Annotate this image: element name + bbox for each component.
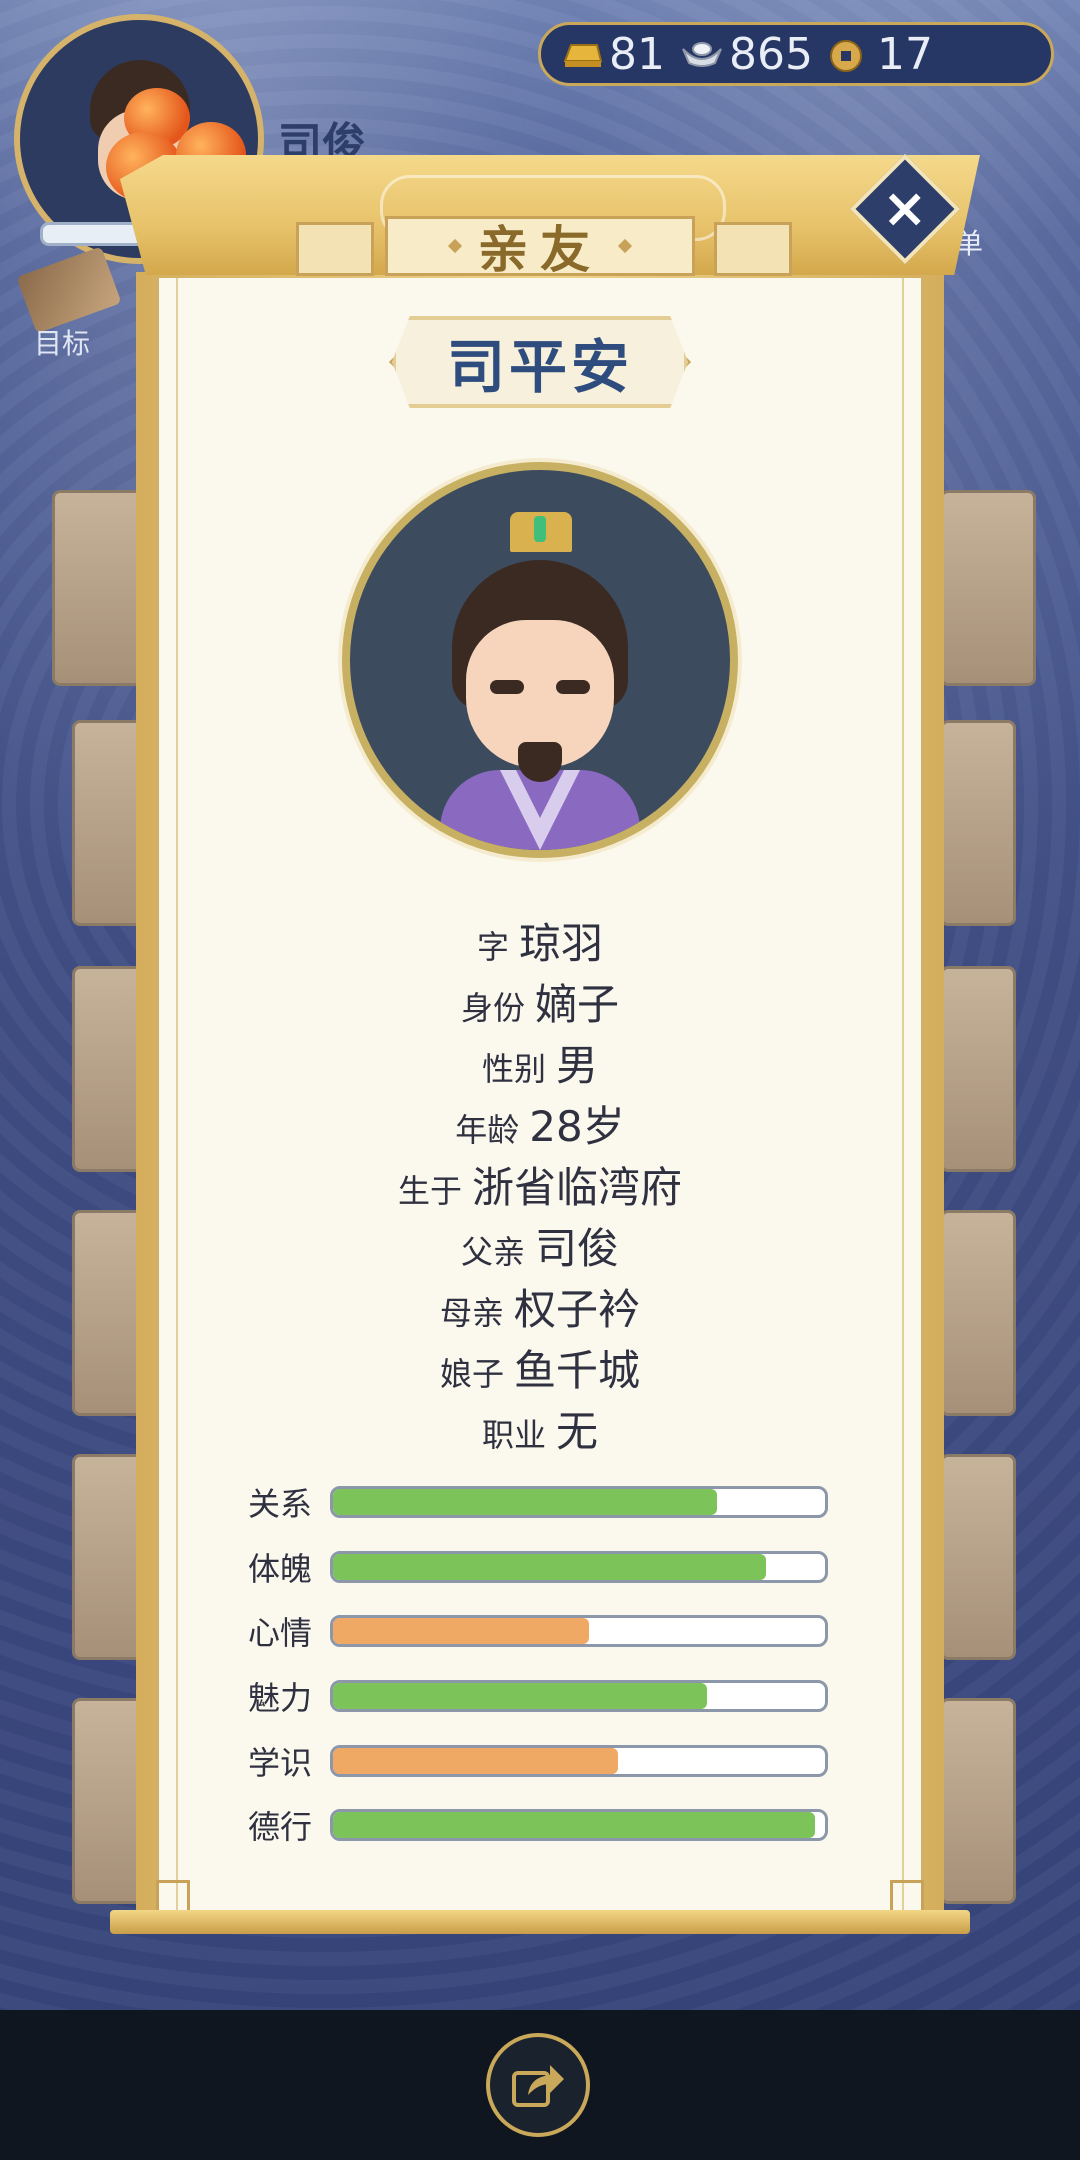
stat-label: 体魄 xyxy=(248,1549,313,1588)
modal-title-tab: 亲友 xyxy=(385,216,695,279)
tab-left-slot xyxy=(296,222,374,276)
person-name: 司平安 xyxy=(446,333,633,401)
info-label: 娘子 xyxy=(439,1355,504,1393)
info-value: 司俊 xyxy=(535,1224,620,1273)
stat-label: 德行 xyxy=(248,1808,313,1847)
info-value: 浙省临湾府 xyxy=(472,1163,683,1212)
share-icon xyxy=(512,2065,564,2107)
stat-row-relationship: 关系 xyxy=(248,1470,828,1535)
info-row-age: 年龄 28岁 xyxy=(156,1093,924,1154)
portrait-eye-left xyxy=(490,680,524,694)
info-value: 28岁 xyxy=(529,1102,625,1151)
info-value: 无 xyxy=(556,1407,599,1456)
stat-bar xyxy=(330,1486,828,1519)
stat-row-knowledge: 学识 xyxy=(248,1728,828,1793)
stat-row-physique: 体魄 xyxy=(248,1535,828,1600)
close-icon: × xyxy=(882,177,928,240)
stat-label: 学识 xyxy=(248,1743,313,1782)
info-label: 年龄 xyxy=(455,1111,520,1149)
diamond-ornament-icon xyxy=(617,238,633,254)
corner-ornament-icon xyxy=(890,1880,924,1914)
stat-bar xyxy=(330,1680,828,1713)
tab-right-slot xyxy=(714,222,792,276)
stat-row-charm: 魅力 xyxy=(248,1664,828,1729)
portrait-crown-gem xyxy=(534,516,546,542)
modal-title: 亲友 xyxy=(478,221,602,279)
bg-tile xyxy=(940,1210,1016,1416)
bg-card-right xyxy=(940,490,1036,686)
scroll-bottom-rod xyxy=(110,1910,970,1934)
info-label: 性别 xyxy=(481,1050,546,1088)
goal-label[interactable]: 目标 xyxy=(34,322,90,362)
silver-ingot-icon xyxy=(681,39,723,69)
name-plate: 司平安 xyxy=(392,316,688,408)
info-value: 男 xyxy=(556,1041,599,1090)
stat-fill xyxy=(333,1683,707,1710)
coin-amount: 17 xyxy=(876,28,933,80)
info-value: 鱼千城 xyxy=(514,1346,641,1395)
info-label: 职业 xyxy=(481,1416,546,1454)
stats-list: 关系 体魄 心情 魅力 学识 德行 xyxy=(248,1470,828,1858)
info-label: 父亲 xyxy=(460,1233,525,1271)
currency-bar: 81 865 17 xyxy=(538,22,1054,86)
stat-bar xyxy=(330,1550,828,1583)
stat-row-mood: 心情 xyxy=(248,1599,828,1664)
info-label: 生于 xyxy=(397,1172,462,1210)
bg-tile xyxy=(940,1698,1016,1904)
gold-amount: 81 xyxy=(609,28,665,80)
info-row-birthplace: 生于 浙省临湾府 xyxy=(156,1154,924,1215)
info-row-courtesy-name: 字 琼羽 xyxy=(156,910,924,971)
character-portrait xyxy=(342,462,738,858)
info-row-status: 身份 嫡子 xyxy=(156,971,924,1032)
info-row-wife: 娘子 鱼千城 xyxy=(156,1337,924,1398)
stat-fill xyxy=(333,1747,619,1774)
silver-amount: 865 xyxy=(729,28,813,80)
stat-bar xyxy=(330,1744,828,1777)
stat-label: 魅力 xyxy=(248,1679,313,1718)
stat-bar xyxy=(330,1615,828,1648)
share-button[interactable] xyxy=(486,2033,590,2137)
diamond-ornament-icon xyxy=(447,238,463,254)
stat-label: 心情 xyxy=(248,1614,313,1653)
info-value: 权子衿 xyxy=(514,1285,641,1334)
info-label: 母亲 xyxy=(439,1294,504,1332)
info-row-father: 父亲 司俊 xyxy=(156,1215,924,1276)
info-label: 身份 xyxy=(460,989,525,1027)
info-list: 字 琼羽 身份 嫡子 性别 男 年龄 28岁 生于 浙省临湾府 父亲 司俊 母亲… xyxy=(156,910,924,1459)
stat-label: 关系 xyxy=(248,1485,313,1524)
bg-tile xyxy=(940,720,1016,926)
stat-fill xyxy=(333,1812,816,1839)
stat-fill xyxy=(333,1553,766,1580)
stat-row-virtue: 德行 xyxy=(248,1793,828,1858)
info-value: 嫡子 xyxy=(535,980,620,1029)
copper-coin-icon xyxy=(829,39,871,72)
info-row-mother: 母亲 权子衿 xyxy=(156,1276,924,1337)
stat-bar xyxy=(330,1809,828,1842)
bg-tile xyxy=(940,966,1016,1172)
portrait-eye-right xyxy=(556,680,590,694)
stat-fill xyxy=(333,1618,589,1645)
bg-tile xyxy=(940,1454,1016,1660)
bg-card-left xyxy=(52,490,148,686)
info-label: 字 xyxy=(476,928,509,966)
gold-ingot-icon xyxy=(561,39,603,69)
info-value: 琼羽 xyxy=(519,919,604,968)
info-row-occupation: 职业 无 xyxy=(156,1398,924,1459)
corner-ornament-icon xyxy=(156,1880,190,1914)
info-row-gender: 性别 男 xyxy=(156,1032,924,1093)
stat-fill xyxy=(333,1489,717,1516)
